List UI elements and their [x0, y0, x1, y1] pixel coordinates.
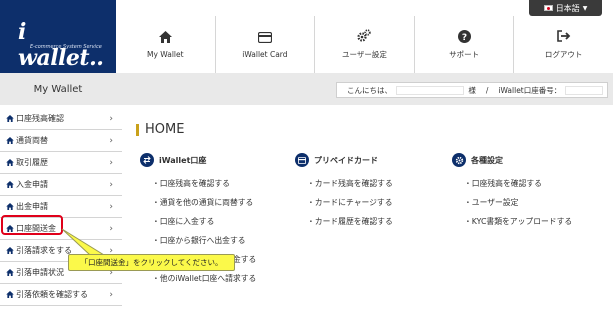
title-accent	[136, 123, 139, 136]
home-icon	[6, 115, 14, 122]
sidebar-title: My Wallet	[33, 83, 83, 95]
nav-label: iWallet Card	[242, 50, 288, 59]
home-icon	[6, 291, 14, 298]
card-icon	[295, 153, 309, 167]
sidebar-item-label: 入金申請	[16, 180, 48, 189]
sidebar-item-label: 引落申請状況	[16, 268, 64, 277]
page-title-text: HOME	[145, 122, 185, 137]
masked-account-number	[565, 85, 603, 95]
home-icon	[6, 203, 14, 210]
link-item[interactable]: ・カードにチャージする	[307, 193, 393, 212]
nav-label: サポート	[449, 50, 480, 59]
callout-text: 「口座間送金」をクリックしてください。	[80, 258, 223, 267]
link-item[interactable]: ・通貨を他の通貨に両替する	[152, 193, 256, 212]
home-icon	[6, 159, 14, 166]
link-item[interactable]: ・口座残高を確認する	[152, 174, 256, 193]
chevron-right-icon: ›	[109, 135, 113, 146]
caret-down-icon: ▼	[582, 4, 588, 12]
sidebar-item-confirm-request[interactable]: 引落依頼を確認する ›	[0, 284, 122, 306]
nav-user-settings[interactable]: ユーザー設定	[314, 16, 414, 73]
home-icon	[158, 30, 172, 44]
column-settings: 各種設定 ・口座残高を確認する ・ユーザー設定 ・KYC書類をアップロードする	[452, 153, 572, 231]
link-item[interactable]: ・口座に入金する	[152, 212, 256, 231]
column-heading: プリペイドカード	[314, 155, 378, 165]
nav-label: ユーザー設定	[342, 50, 387, 59]
logo[interactable]: i wallet.. E-commerce System Service	[0, 0, 116, 73]
svg-text:?: ?	[461, 33, 466, 43]
logout-icon	[556, 29, 571, 43]
sidebar-item-balance[interactable]: 口座残高確認 ›	[0, 108, 122, 130]
chevron-right-icon: ›	[109, 157, 113, 168]
language-label: 日本語	[555, 3, 580, 13]
nav-label: My Wallet	[147, 50, 184, 59]
language-selector[interactable]: 日本語 ▼	[529, 0, 602, 16]
home-icon	[6, 137, 14, 144]
chevron-right-icon: ›	[109, 113, 113, 124]
japan-flag-icon	[543, 5, 553, 11]
separator: /	[485, 85, 489, 95]
home-icon	[6, 181, 14, 188]
logo-subtitle: E-commerce System Service	[30, 44, 102, 50]
link-item[interactable]: ・KYC書類をアップロードする	[464, 212, 572, 231]
nav-logout[interactable]: ログアウト	[513, 16, 613, 73]
link-item[interactable]: ・カード履歴を確認する	[307, 212, 393, 231]
link-item[interactable]: ・ユーザー設定	[464, 193, 572, 212]
link-item[interactable]: ・他のiWallet口座へ請求する	[152, 269, 256, 288]
link-item[interactable]: ・口座残高を確認する	[464, 174, 572, 193]
instruction-callout: 「口座間送金」をクリックしてください。	[68, 254, 235, 271]
column-heading: iWallet口座	[159, 155, 207, 165]
sidebar-item-history[interactable]: 取引履歴 ›	[0, 152, 122, 174]
logo-initial: i	[18, 19, 26, 45]
sidebar-item-label: 取引履歴	[16, 158, 48, 167]
chevron-right-icon: ›	[109, 289, 113, 300]
highlight-box	[1, 215, 63, 235]
chevron-right-icon: ›	[109, 201, 113, 212]
nav-support[interactable]: ? サポート	[413, 16, 514, 73]
link-item[interactable]: ・カード残高を確認する	[307, 174, 393, 193]
greeting-box: こんにちは、 様 / iWallet口座番号：	[336, 82, 608, 98]
account-label: iWallet口座番号：	[498, 85, 562, 95]
gear-icon	[452, 153, 466, 167]
nav-label: ログアウト	[544, 50, 583, 59]
nav-my-wallet[interactable]: My Wallet	[116, 16, 215, 73]
sidebar-item-label: 通貨両替	[16, 136, 48, 145]
sidebar-item-label: 出金申請	[16, 202, 48, 211]
masked-username	[396, 85, 465, 95]
home-icon	[6, 269, 14, 276]
nav-iwallet-card[interactable]: iWallet Card	[214, 16, 315, 73]
chevron-right-icon: ›	[109, 179, 113, 190]
main-nav: My Wallet iWallet Card ユーザー設定 ? サポート ログア…	[116, 16, 613, 73]
page-title: HOME	[136, 122, 184, 137]
greeting-prefix: こんにちは、	[347, 85, 392, 95]
home-icon	[6, 247, 14, 254]
link-list: ・口座残高を確認する ・ユーザー設定 ・KYC書類をアップロードする	[452, 174, 572, 231]
sidebar: 口座残高確認 › 通貨両替 › 取引履歴 › 入金申請 › 出金申請 › 口座間送金 › 引…	[0, 108, 122, 306]
sidebar-item-label: 引落依頼を確認する	[16, 290, 88, 299]
card-icon	[257, 30, 272, 44]
column-heading: 各種設定	[471, 155, 503, 165]
link-list: ・カード残高を確認する ・カードにチャージする ・カード履歴を確認する	[295, 174, 393, 231]
sidebar-item-exchange[interactable]: 通貨両替 ›	[0, 130, 122, 152]
sidebar-item-deposit[interactable]: 入金申請 ›	[0, 174, 122, 196]
column-prepaid-card: プリペイドカード ・カード残高を確認する ・カードにチャージする ・カード履歴を…	[295, 153, 393, 231]
sidebar-item-label: 口座残高確認	[16, 114, 64, 123]
question-icon: ?	[457, 29, 471, 43]
link-item[interactable]: ・口座から銀行へ出金する	[152, 231, 256, 250]
exchange-icon	[140, 153, 154, 167]
greeting-suffix: 様	[468, 85, 476, 95]
gears-icon	[357, 29, 372, 43]
